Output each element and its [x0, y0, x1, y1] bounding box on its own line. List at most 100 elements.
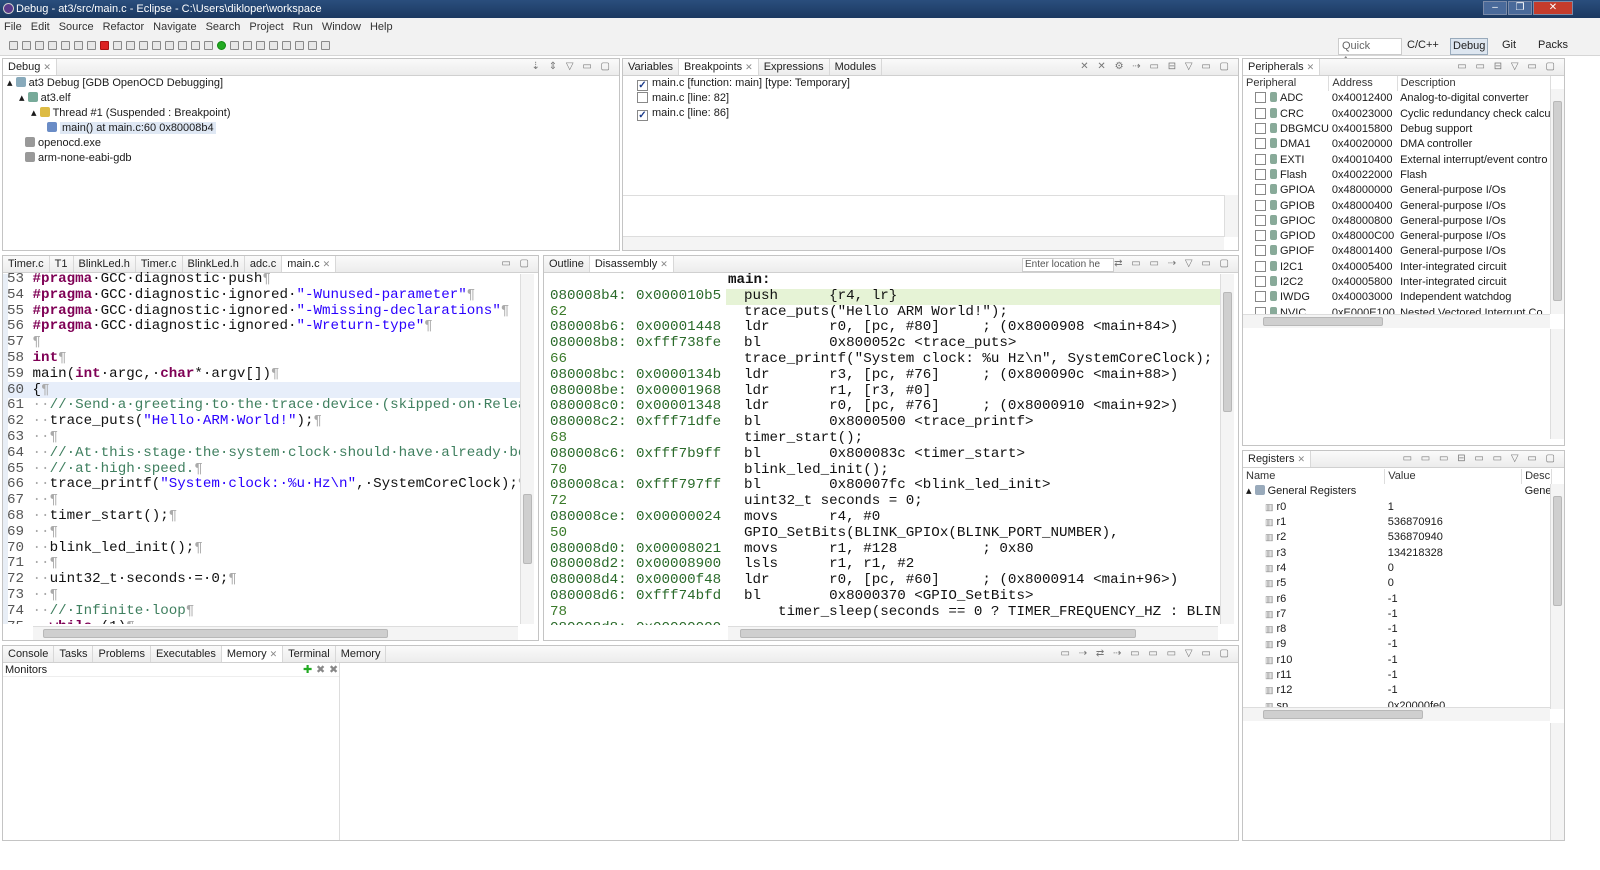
peripheral-row[interactable]: GPIOD 0x48000C00 General-purpose I/Os [1243, 229, 1551, 244]
peripheral-row[interactable]: NVIC 0xE000E100 Nested Vectored Interrupt … [1243, 305, 1551, 314]
perspective-packs[interactable]: Packs [1536, 38, 1570, 55]
disassembly-line[interactable]: 080008b6: 0x00001448 ldr r0, [pc, #80] ; (… [550, 319, 1222, 336]
disassembly-line[interactable]: 080008ce: 0x00000024 movs r4, #0 [550, 509, 1222, 526]
peripheral-row[interactable]: ADC 0x40012400 Analog-to-digital converter [1243, 91, 1551, 106]
breakpoint-item[interactable]: ✓ main.c [line: 86] [637, 106, 850, 121]
forward-icon[interactable] [321, 41, 331, 50]
code-line[interactable]: 63 ··¶ [7, 429, 521, 446]
disassembly-hscroll[interactable] [728, 626, 1218, 640]
register-value[interactable]: -1 [1385, 653, 1522, 668]
register-value[interactable]: -1 [1385, 622, 1522, 637]
register-value[interactable]: 536870940 [1385, 530, 1522, 545]
launch-item[interactable]: ▴ at3 Debug [GDB OpenOCD Debugging] [7, 76, 231, 91]
tab-console[interactable]: Console [3, 646, 55, 662]
breakpoint-checkbox[interactable]: ✓ [637, 80, 648, 91]
col-description[interactable]: Description [1397, 76, 1551, 92]
tab-executables[interactable]: Executables [151, 646, 222, 662]
disassembly-line[interactable]: 66 trace_printf("System clock: %u Hz\n", … [550, 351, 1222, 368]
code-line[interactable]: 54 #pragma·GCC·diagnostic·ignored·"-Wunu… [7, 287, 521, 304]
peripheral-checkbox[interactable] [1255, 260, 1266, 272]
register-row[interactable]: ▥ r2 536870940 [1243, 530, 1552, 545]
menu-search[interactable]: Search [206, 21, 241, 33]
code-line[interactable]: 56 #pragma·GCC·diagnostic·ignored·"-Wret… [7, 318, 521, 335]
register-value[interactable]: 536870916 [1385, 515, 1522, 530]
peripheral-row[interactable]: I2C2 0x40005800 Inter-integrated circuit [1243, 275, 1551, 290]
register-value[interactable]: -1 [1385, 683, 1522, 698]
peripheral-checkbox[interactable] [1255, 245, 1266, 257]
remove-monitor-icon[interactable]: ✖ [316, 663, 325, 676]
code-line[interactable]: 59 main(int·argc,·char*·argv[])¶ [7, 366, 521, 383]
disassembly-line[interactable]: 080008b4: 0x000010b5 push {r4, lr} [550, 288, 1222, 305]
register-row[interactable]: ▥ r3 134218328 [1243, 545, 1552, 560]
menu-window[interactable]: Window [322, 21, 361, 33]
disassembly-line[interactable]: 78 timer_sleep(seconds == 0 ? TIMER_FREQ… [550, 604, 1222, 621]
peripheral-row[interactable]: CRC 0x40023000 Cyclic redundancy check cal… [1243, 107, 1551, 122]
register-row[interactable]: ▥ r6 -1 [1243, 591, 1552, 606]
code-line[interactable]: 57 ¶ [7, 334, 521, 351]
disassembly-line[interactable]: 080008b8: 0xfff738fe bl 0x800052c <trace_p… [550, 335, 1222, 352]
register-row[interactable]: ▥ r5 0 [1243, 576, 1552, 591]
col-address[interactable]: Address [1328, 76, 1398, 92]
print-icon[interactable] [48, 41, 58, 50]
back-icon[interactable] [308, 41, 318, 50]
location-input[interactable]: Enter location he [1022, 258, 1114, 272]
disassembly-line[interactable]: main: [550, 273, 1222, 289]
code-line[interactable]: 70 ··blink_led_init();¶ [7, 540, 521, 557]
close-button[interactable]: ✕ [1533, 1, 1573, 15]
menu-project[interactable]: Project [249, 21, 283, 33]
disassembly-line[interactable]: 080008d0: 0x00008021 movs r1, #128 ; 0x80 [550, 541, 1222, 558]
disassembly-line[interactable]: 68 timer_start(); [550, 430, 1222, 447]
editor-tab-timer-c[interactable]: Timer.c [3, 256, 50, 272]
editor-tab-adc-c[interactable]: adc.c [245, 256, 283, 272]
peripheral-checkbox[interactable] [1255, 168, 1266, 180]
peripheral-row[interactable]: I2C1 0x40005400 Inter-integrated circuit [1243, 260, 1551, 275]
annotation-prev-icon[interactable] [282, 41, 292, 50]
skip-breakpoints-icon[interactable] [61, 41, 71, 50]
register-row[interactable]: ▥ r11 -1 [1243, 668, 1552, 683]
peripheral-checkbox[interactable] [1255, 276, 1266, 287]
register-value[interactable]: -1 [1385, 668, 1522, 683]
restart-icon[interactable] [178, 41, 188, 50]
register-group[interactable]: ▴ General Registers Gene [1243, 484, 1552, 499]
editor-tab-main-c[interactable]: main.c ✕ [282, 256, 337, 272]
open-folder-icon[interactable] [243, 41, 253, 50]
peripheral-checkbox[interactable] [1255, 153, 1266, 165]
register-row[interactable]: ▥ r9 -1 [1243, 637, 1552, 652]
code-line[interactable]: 53 #pragma·GCC·diagnostic·push¶ [7, 272, 521, 288]
run-icon[interactable] [217, 41, 227, 50]
tab-memory[interactable]: Memory ✕ [221, 646, 284, 662]
tab-variables[interactable]: Variables [623, 59, 680, 75]
gdb-process[interactable]: arm-none-eabi-gdb [7, 151, 231, 166]
build-icon[interactable] [191, 41, 201, 50]
peripheral-row[interactable]: IWDG 0x40003000 Independent watchdog [1243, 290, 1551, 305]
instruction-step-icon[interactable] [165, 41, 175, 50]
col-desc[interactable]: Desc [1521, 469, 1552, 485]
disassembly-line[interactable]: 080008be: 0x00001968 ldr r1, [r3, #0] [550, 383, 1222, 400]
peripheral-row[interactable]: GPIOA 0x48000000 General-purpose I/Os [1243, 183, 1551, 198]
tab-debug[interactable]: Debug ✕ [3, 59, 57, 75]
code-line[interactable]: 69 ··¶ [7, 524, 521, 541]
suspend-icon[interactable] [87, 41, 97, 50]
code-line[interactable]: 61 ··//·Send·a·greeting·to·the·trace·dev… [7, 397, 521, 414]
register-value[interactable]: 0 [1385, 576, 1522, 591]
tab-modules[interactable]: Modules [830, 59, 883, 75]
code-line[interactable]: 75 ··while·(1)¶ [7, 619, 521, 624]
breakpoint-checkbox[interactable]: ✓ [637, 110, 648, 121]
maximize-button[interactable]: ❐ [1508, 1, 1532, 15]
add-monitor-icon[interactable]: ✚ [303, 663, 312, 676]
tab-outline[interactable]: Outline [544, 256, 590, 272]
new-icon[interactable] [9, 41, 19, 50]
code-line[interactable]: 73 ··¶ [7, 587, 521, 604]
register-row[interactable]: ▥ r1 536870916 [1243, 515, 1552, 530]
register-row[interactable]: ▥ r4 0 [1243, 561, 1552, 576]
disassembly-code[interactable]: main: 080008b4: 0x000010b5 push {r4, lr} 62 t… [550, 273, 1222, 625]
code-line[interactable]: 60 {¶ [7, 382, 521, 399]
col-name[interactable]: Name [1243, 469, 1386, 485]
step-over-icon[interactable] [139, 41, 149, 50]
menu-edit[interactable]: Edit [31, 21, 50, 33]
resume-icon[interactable] [74, 41, 84, 50]
openocd-process[interactable]: openocd.exe [7, 136, 231, 151]
step-return-icon[interactable] [152, 41, 162, 50]
disassembly-vscroll[interactable] [1220, 274, 1234, 624]
disassembly-line[interactable]: 72 uint32_t seconds = 0; [550, 493, 1222, 510]
